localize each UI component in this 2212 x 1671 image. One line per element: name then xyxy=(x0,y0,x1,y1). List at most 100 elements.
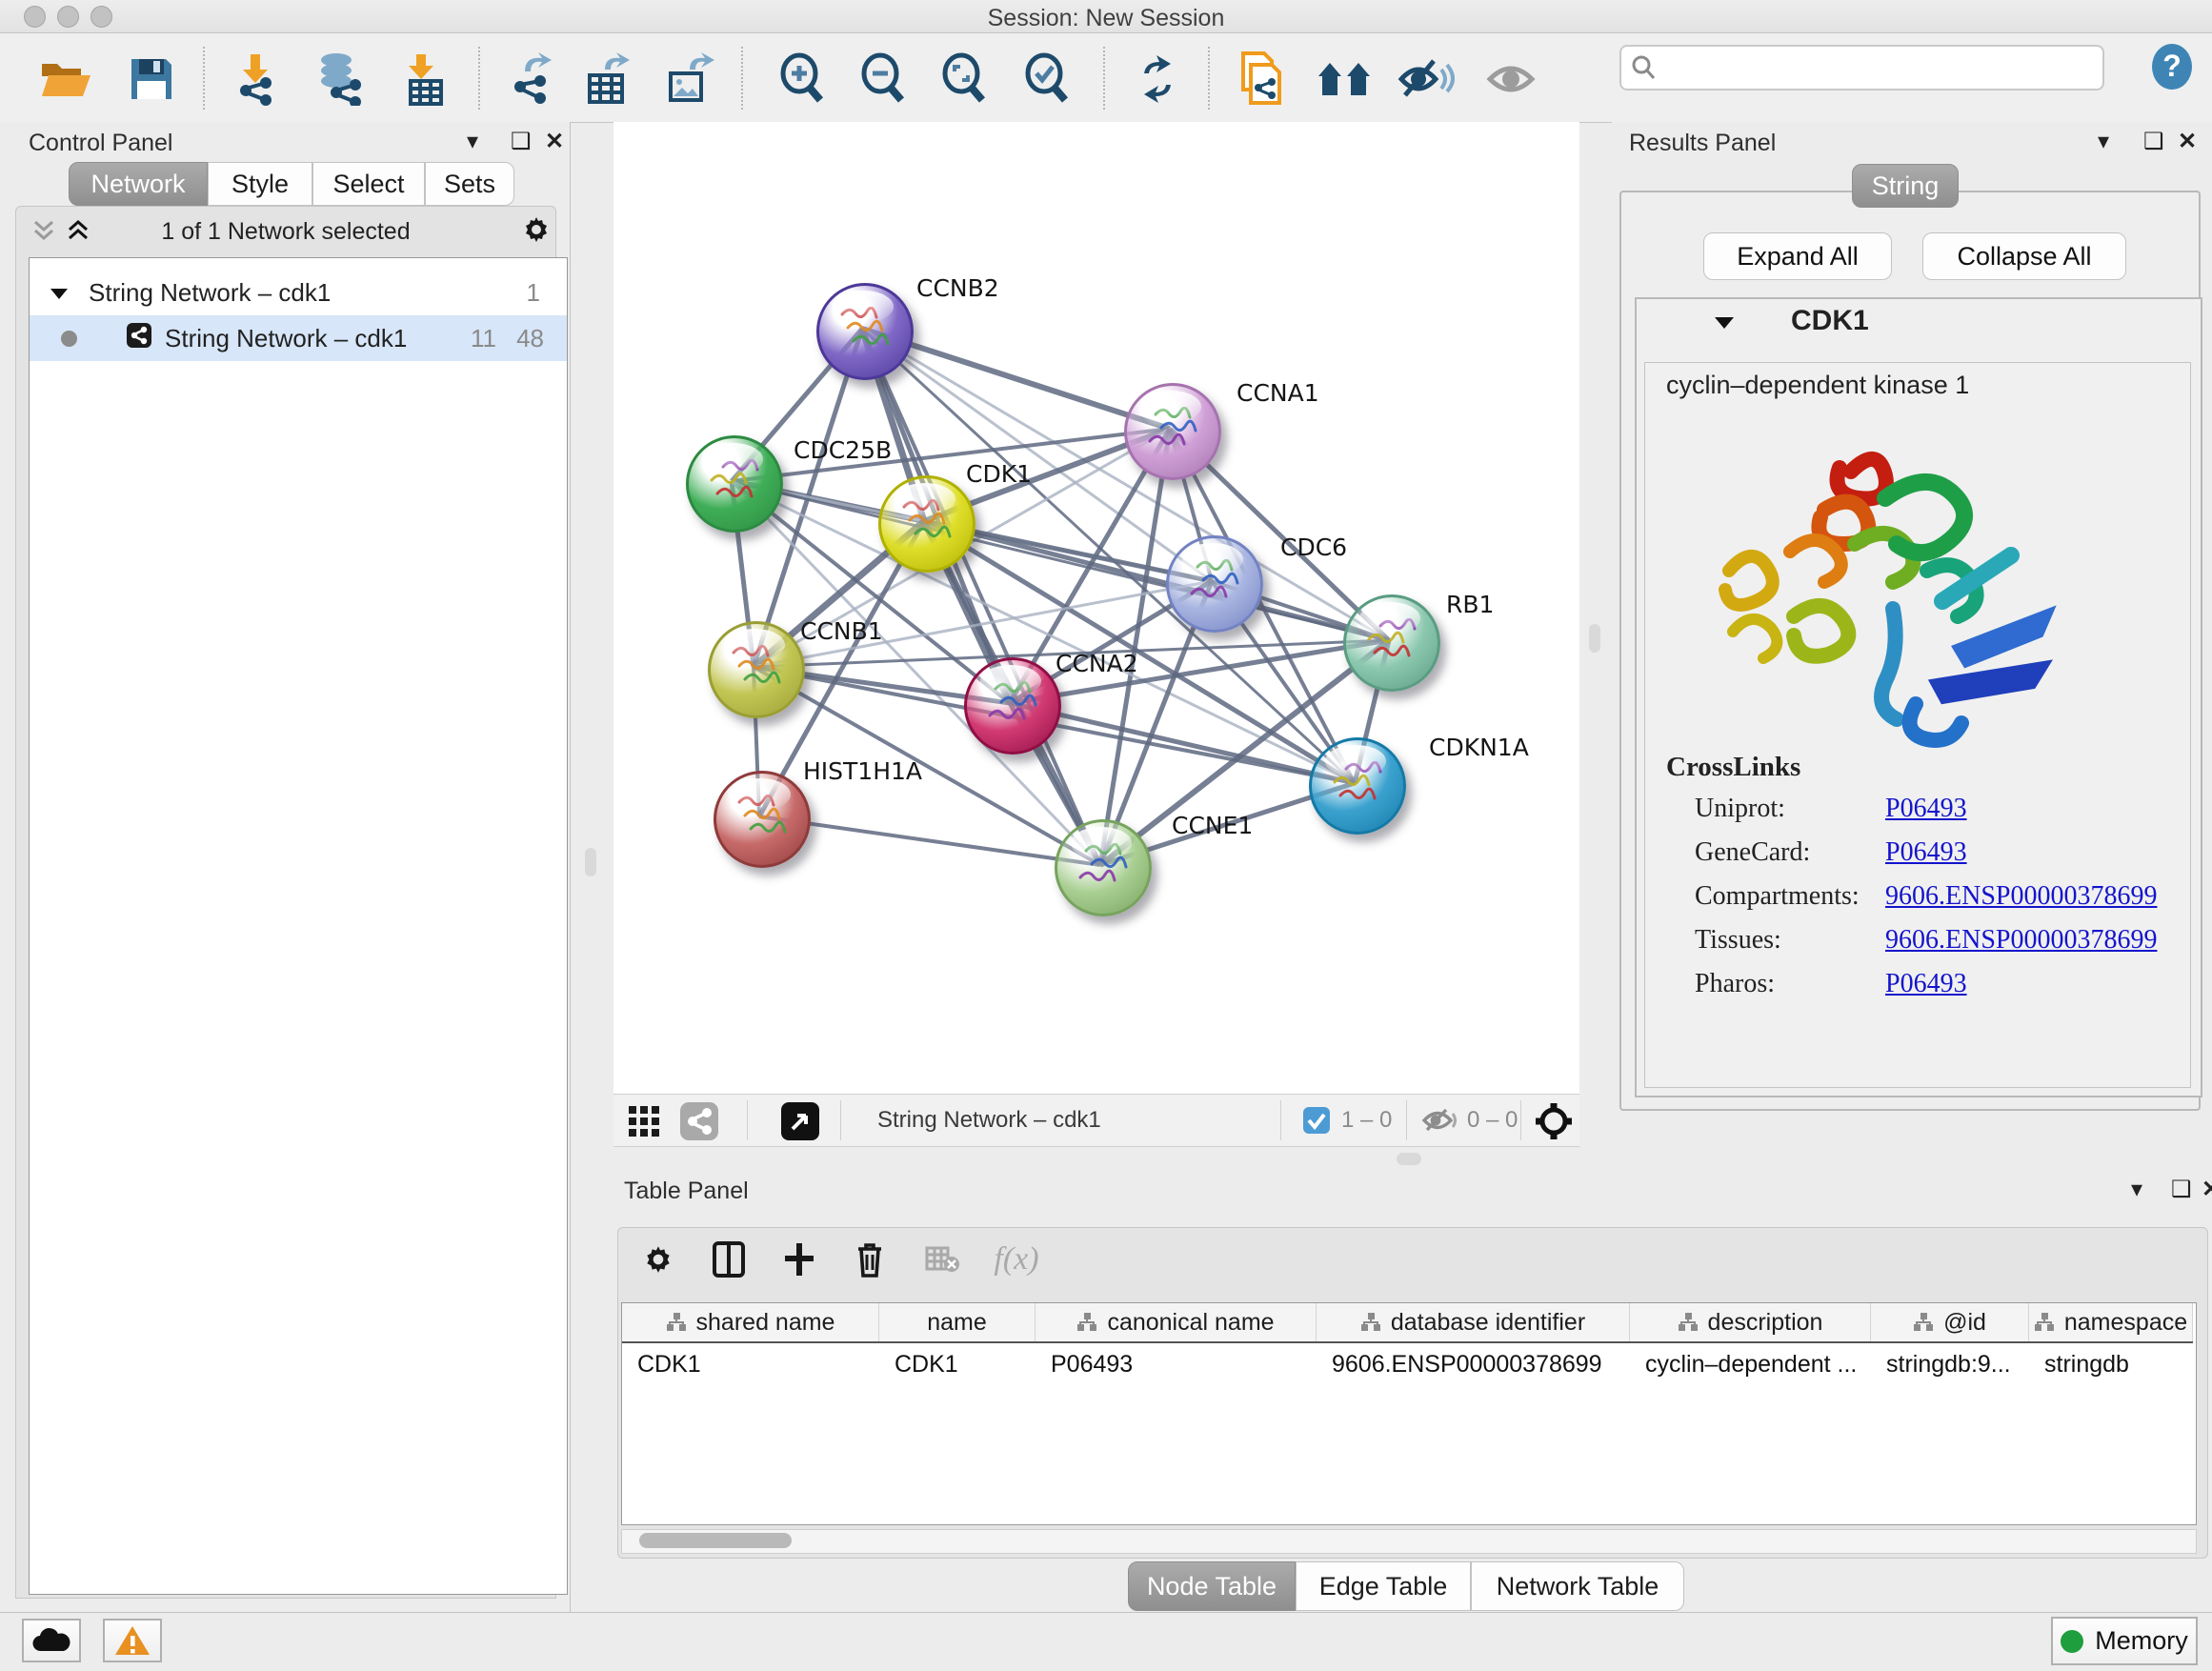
grid-view-icon[interactable] xyxy=(627,1104,661,1143)
export-network-icon[interactable] xyxy=(503,50,562,108)
crosslink-value-link[interactable]: P06493 xyxy=(1885,794,1967,824)
left-splitter-handle[interactable] xyxy=(585,848,596,876)
tab-network-table[interactable]: Network Table xyxy=(1471,1561,1684,1611)
network-collection-row[interactable]: String Network – cdk1 1 xyxy=(30,270,567,315)
column-mapping-icon xyxy=(2034,1312,2055,1333)
delete-column-icon[interactable] xyxy=(843,1236,896,1283)
node-gloss xyxy=(980,665,1041,697)
panel-float-icon[interactable]: ❑ xyxy=(511,128,532,155)
node-CDKN1A[interactable] xyxy=(1309,737,1406,835)
cloud-icon[interactable] xyxy=(22,1619,81,1662)
import-table-icon[interactable] xyxy=(394,50,453,108)
pan-crosshair-icon[interactable] xyxy=(1534,1101,1574,1146)
tab-node-table[interactable]: Node Table xyxy=(1128,1561,1296,1611)
new-network-from-selection-icon[interactable] xyxy=(1231,50,1290,108)
selected-nodes-checkbox[interactable] xyxy=(1303,1107,1330,1138)
panel-close-icon[interactable]: ✕ xyxy=(2202,1176,2212,1203)
tab-string[interactable]: String xyxy=(1852,164,1959,208)
collapse-triangle-icon[interactable] xyxy=(49,278,70,308)
column-header-shared-name[interactable]: shared name xyxy=(622,1303,879,1341)
zoom-in-icon[interactable] xyxy=(774,50,833,108)
node-CCNA1[interactable] xyxy=(1124,383,1221,480)
string-view-icon[interactable] xyxy=(680,1102,718,1145)
node-CDK1[interactable] xyxy=(878,475,975,573)
table-row[interactable]: CDK1CDK1P064939606.ENSP00000378699cyclin… xyxy=(622,1343,2193,1385)
column-header-canonical-name[interactable]: canonical name xyxy=(1036,1303,1317,1341)
first-neighbors-icon[interactable] xyxy=(1316,50,1375,108)
apply-layout-icon[interactable] xyxy=(1128,50,1187,108)
column-header-name[interactable]: name xyxy=(879,1303,1036,1341)
search-field[interactable] xyxy=(1619,45,2104,91)
network-options-gear-icon[interactable] xyxy=(521,214,552,250)
hide-selected-icon[interactable] xyxy=(1397,50,1456,108)
zoom-out-icon[interactable] xyxy=(855,50,914,108)
network-view[interactable]: CCNB2CCNA1CDC25BCDK1CDC6RB1CCNB1CCNA2CDK… xyxy=(613,122,1579,1094)
edge-CCNA2-CDKN1A[interactable] xyxy=(1010,703,1355,783)
warning-icon[interactable] xyxy=(103,1619,162,1662)
import-network-icon[interactable] xyxy=(227,50,286,108)
table-cell[interactable]: CDK1 xyxy=(622,1343,879,1385)
node-CDC6[interactable] xyxy=(1166,535,1263,633)
tab-sets[interactable]: Sets xyxy=(425,162,514,206)
crosslink-value-link[interactable]: 9606.ENSP00000378699 xyxy=(1885,881,2157,912)
column-mapping-icon xyxy=(666,1312,687,1333)
table-options-gear-icon[interactable] xyxy=(632,1236,685,1283)
table-cell[interactable]: cyclin–dependent ... xyxy=(1630,1343,1871,1385)
table-cell[interactable]: 9606.ENSP00000378699 xyxy=(1317,1343,1630,1385)
search-input[interactable] xyxy=(1663,49,2086,83)
zoom-fit-icon[interactable] xyxy=(935,50,995,108)
panel-float-icon[interactable]: ❑ xyxy=(2171,1176,2192,1203)
open-session-icon[interactable] xyxy=(36,50,95,108)
zoom-selected-icon[interactable] xyxy=(1018,50,1077,108)
panel-menu-icon[interactable]: ▾ xyxy=(467,128,478,155)
hidden-eye-slash-icon xyxy=(1421,1107,1459,1138)
tab-edge-table[interactable]: Edge Table xyxy=(1296,1561,1471,1611)
show-columns-icon[interactable] xyxy=(702,1236,755,1283)
column-header-description[interactable]: description xyxy=(1630,1303,1871,1341)
node-CDC25B[interactable] xyxy=(686,435,783,533)
panel-close-icon[interactable]: ✕ xyxy=(545,128,564,155)
memory-button[interactable]: Memory xyxy=(2051,1617,2198,1665)
column-header-namespace[interactable]: namespace xyxy=(2029,1303,2193,1341)
crosslink-value-link[interactable]: P06493 xyxy=(1885,837,1967,868)
node-CCNE1[interactable] xyxy=(1055,819,1152,916)
panel-menu-icon[interactable]: ▾ xyxy=(2098,128,2109,155)
column-header--id[interactable]: @id xyxy=(1871,1303,2029,1341)
tab-select[interactable]: Select xyxy=(312,162,425,206)
expand-all-button[interactable]: Expand All xyxy=(1703,232,1892,280)
crosslink-value-link[interactable]: 9606.ENSP00000378699 xyxy=(1885,925,2157,956)
create-column-icon[interactable] xyxy=(773,1236,826,1283)
entry-collapse-triangle-icon[interactable] xyxy=(1713,314,1736,335)
column-header-database-identifier[interactable]: database identifier xyxy=(1317,1303,1630,1341)
table-cell[interactable]: P06493 xyxy=(1036,1343,1317,1385)
node-CCNA2[interactable] xyxy=(964,657,1061,755)
show-all-icon[interactable] xyxy=(1483,50,1542,108)
bottom-splitter-handle[interactable] xyxy=(1397,1153,1421,1165)
right-splitter-handle[interactable] xyxy=(1589,624,1600,653)
table-cell[interactable]: stringdb xyxy=(2029,1343,2193,1385)
table-cell[interactable]: stringdb:9... xyxy=(1871,1343,2029,1385)
help-icon[interactable]: ? xyxy=(2148,43,2196,95)
export-table-icon[interactable] xyxy=(579,50,638,108)
node-HIST1H1A[interactable] xyxy=(714,771,811,868)
panel-menu-icon[interactable]: ▾ xyxy=(2131,1176,2142,1203)
detach-view-icon[interactable] xyxy=(781,1102,819,1145)
footer-separator xyxy=(747,1100,748,1140)
table-cell[interactable]: CDK1 xyxy=(879,1343,1036,1385)
export-image-icon[interactable] xyxy=(660,50,719,108)
table-hscroll-thumb[interactable] xyxy=(639,1533,792,1548)
crosslink-label: GeneCard: xyxy=(1695,837,1810,867)
collapse-all-button[interactable]: Collapse All xyxy=(1922,232,2126,280)
node-RB1[interactable] xyxy=(1343,594,1440,692)
network-row[interactable]: String Network – cdk1 11 48 xyxy=(30,315,567,361)
node-label-RB1: RB1 xyxy=(1446,591,1494,618)
panel-close-icon[interactable]: ✕ xyxy=(2178,128,2197,155)
panel-float-icon[interactable]: ❑ xyxy=(2143,128,2164,155)
tab-network[interactable]: Network xyxy=(69,162,208,206)
crosslink-value-link[interactable]: P06493 xyxy=(1885,969,1967,999)
node-CCNB1[interactable] xyxy=(708,621,805,718)
node-CCNB2[interactable] xyxy=(816,283,914,380)
tab-style[interactable]: Style xyxy=(208,162,312,206)
import-network-from-database-icon[interactable] xyxy=(311,50,370,108)
save-session-icon[interactable] xyxy=(122,50,181,108)
